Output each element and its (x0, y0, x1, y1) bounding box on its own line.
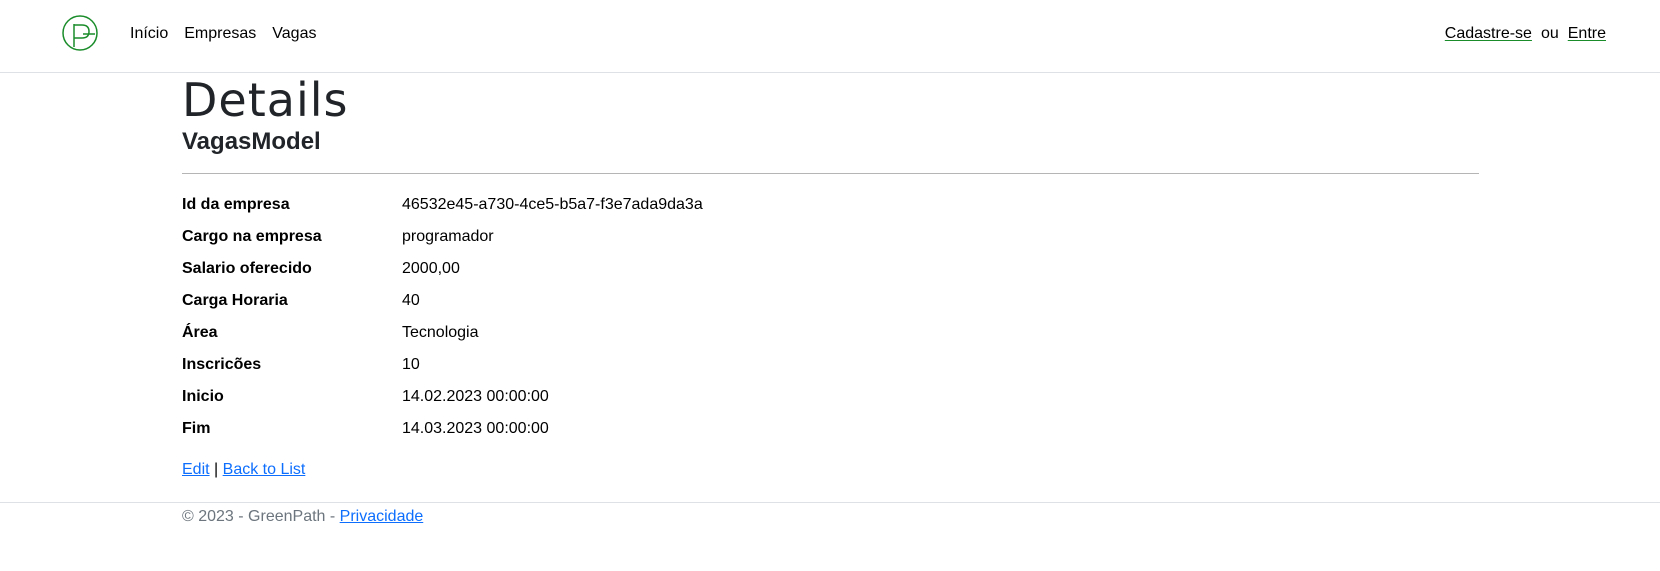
detail-row-cargo: Cargo na empresa programador (182, 221, 1480, 253)
detail-value: 40 (402, 292, 420, 309)
detail-value: 14.03.2023 00:00:00 (402, 420, 549, 437)
detail-label: Cargo na empresa (182, 228, 322, 245)
detail-label: Área (182, 324, 218, 341)
detail-actions: Edit | Back to List (182, 461, 1480, 479)
main-content: Details VagasModel Id da empresa 46532e4… (182, 73, 1480, 479)
detail-value: 14.02.2023 00:00:00 (402, 388, 549, 405)
detail-label: Fim (182, 420, 211, 437)
footer-text: © 2023 - GreenPath - Privacidade (182, 508, 423, 526)
detail-row-fim: Fim 14.03.2023 00:00:00 (182, 413, 1480, 445)
detail-label: Inicio (182, 388, 224, 405)
detail-label: Inscricões (182, 356, 262, 373)
copyright-text: © 2023 - GreenPath - (182, 508, 340, 525)
navbar: Início Empresas Vagas Cadastre-se ou Ent… (0, 0, 1660, 73)
detail-row-id-empresa: Id da empresa 46532e45-a730-4ce5-b5a7-f3… (182, 189, 1480, 221)
detail-row-area: Área Tecnologia (182, 317, 1480, 349)
auth-separator: ou (1540, 25, 1559, 42)
privacy-link[interactable]: Privacidade (340, 508, 424, 525)
details-list: Id da empresa 46532e45-a730-4ce5-b5a7-f3… (182, 189, 1480, 445)
detail-label: Salario oferecido (182, 260, 312, 277)
detail-value: 46532e45-a730-4ce5-b5a7-f3e7ada9da3a (402, 196, 703, 213)
detail-value: programador (402, 228, 494, 245)
footer: © 2023 - GreenPath - Privacidade (0, 502, 1660, 525)
detail-label: Id da empresa (182, 196, 290, 213)
detail-value: 2000,00 (402, 260, 460, 277)
auth-links: Cadastre-se ou Entre (1445, 24, 1606, 44)
back-to-list-link[interactable]: Back to List (223, 461, 306, 478)
detail-value: Tecnologia (402, 324, 479, 341)
greenpath-logo-icon[interactable] (61, 14, 99, 52)
detail-value: 10 (402, 356, 420, 373)
actions-separator: | (214, 461, 223, 478)
page-title: Details (182, 73, 349, 127)
detail-row-inscricoes: Inscricões 10 (182, 349, 1480, 381)
detail-label: Carga Horaria (182, 292, 288, 309)
divider (182, 173, 1479, 174)
detail-row-salario: Salario oferecido 2000,00 (182, 253, 1480, 285)
main-nav: Início Empresas Vagas (130, 24, 332, 44)
nav-vagas[interactable]: Vagas (272, 24, 316, 44)
detail-row-carga-horaria: Carga Horaria 40 (182, 285, 1480, 317)
login-link[interactable]: Entre (1568, 24, 1606, 44)
signup-link[interactable]: Cadastre-se (1445, 24, 1532, 44)
detail-row-inicio: Inicio 14.02.2023 00:00:00 (182, 381, 1480, 413)
nav-inicio[interactable]: Início (130, 24, 168, 44)
nav-empresas[interactable]: Empresas (184, 24, 256, 44)
edit-link[interactable]: Edit (182, 461, 210, 478)
page-subtitle: VagasModel (182, 128, 321, 155)
